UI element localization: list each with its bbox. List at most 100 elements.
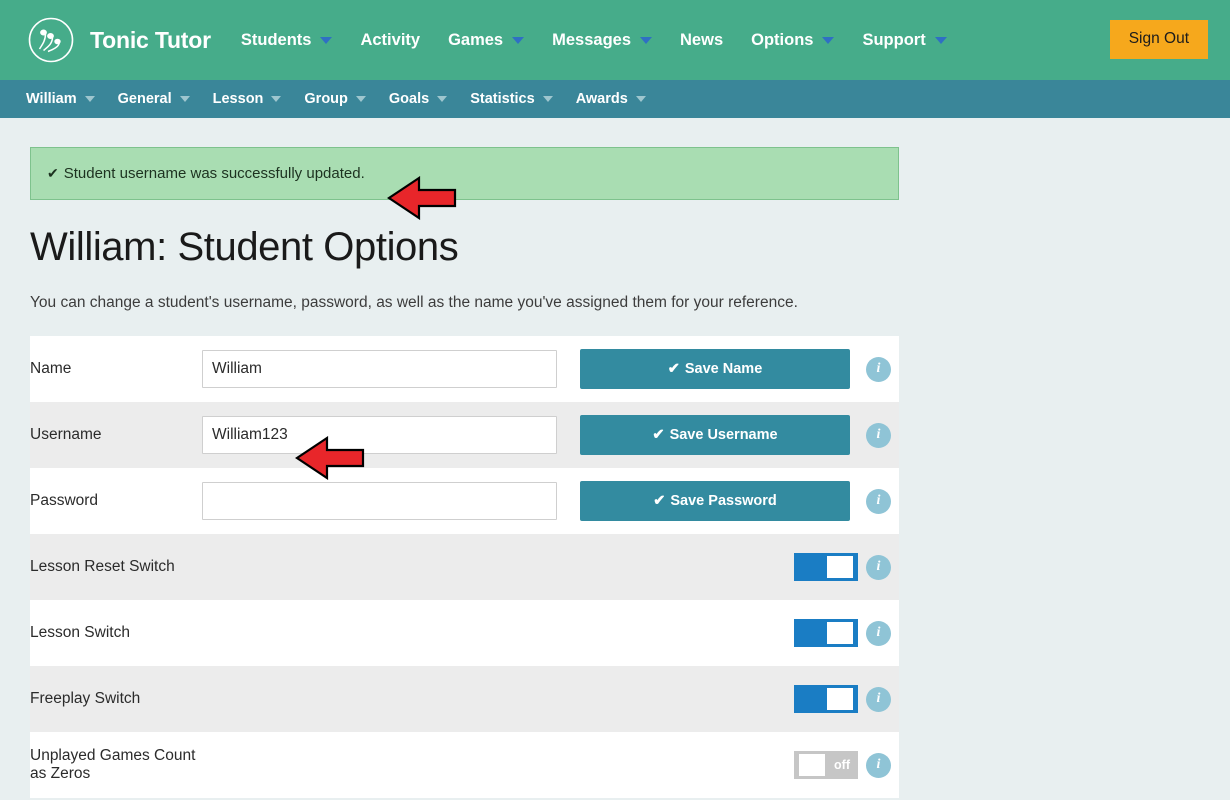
toggle-knob — [827, 688, 853, 710]
subnav-item-general[interactable]: General — [118, 91, 190, 107]
subnav-label: Statistics — [470, 91, 535, 107]
subnav-label: Lesson — [212, 91, 264, 107]
info-icon[interactable]: i — [866, 686, 891, 712]
save-password-label: Save Password — [670, 493, 777, 509]
info-icon[interactable]: i — [866, 620, 891, 646]
info-icon[interactable]: i — [866, 752, 891, 778]
row-label: Lesson Switch — [30, 624, 130, 641]
save-name-button[interactable]: ✔ Save Name — [580, 349, 850, 389]
save-password-cell: ✔ Save Password — [580, 468, 858, 534]
nav-item-news[interactable]: News — [680, 31, 723, 50]
save-password-button[interactable]: ✔ Save Password — [580, 481, 850, 521]
toggle-knob — [827, 622, 853, 644]
subnav-label: Goals — [388, 91, 430, 107]
nav-item-students[interactable]: Students — [241, 31, 333, 50]
subnav-item-group[interactable]: Group — [304, 91, 366, 107]
brand-title[interactable]: Tonic Tutor — [90, 27, 211, 54]
nav-label: Games — [448, 30, 504, 49]
username-field-cell — [202, 402, 580, 468]
info-icon[interactable]: i — [866, 554, 891, 580]
unplayed-games-info-cell: i — [858, 732, 899, 798]
tonic-tutor-logo-icon[interactable] — [26, 15, 76, 65]
nav-label: Activity — [360, 30, 421, 49]
nav-item-messages[interactable]: Messages — [552, 31, 653, 50]
subnav-label: Group — [304, 91, 348, 107]
info-icon[interactable]: i — [866, 356, 891, 382]
freeplay-switch-toggle[interactable] — [794, 685, 858, 713]
chevron-down-icon — [822, 36, 835, 44]
freeplay-info-cell: i — [858, 666, 899, 732]
save-username-cell: ✔ Save Username — [580, 402, 858, 468]
nav-item-options[interactable]: Options — [751, 30, 835, 50]
check-icon: ✔ — [47, 165, 59, 181]
lesson-switch-info-cell: i — [858, 600, 899, 666]
password-input[interactable] — [202, 482, 557, 520]
page-title: William: Student Options — [30, 225, 459, 269]
subnav-label: General — [117, 91, 172, 107]
info-icon[interactable]: i — [866, 488, 891, 514]
lesson-switch-toggle-cell — [202, 600, 858, 666]
info-icon[interactable]: i — [866, 422, 891, 448]
page-description: You can change a student's username, pas… — [30, 294, 798, 311]
chevron-down-icon — [320, 36, 333, 44]
chevron-down-icon — [437, 96, 448, 102]
alert-message: Student username was successfully update… — [63, 165, 365, 182]
unplayed-games-toggle-cell: off — [202, 732, 858, 798]
table-row-lesson-reset-switch: Lesson Reset Switch i — [30, 534, 899, 600]
row-label: Lesson Reset Switch — [30, 558, 175, 575]
table-row-lesson-switch: Lesson Switch i — [30, 600, 899, 666]
username-info-cell: i — [858, 402, 899, 468]
lesson-reset-toggle[interactable] — [794, 553, 858, 581]
row-label: Username — [30, 426, 102, 443]
sub-navigation-bar: William General Lesson Group Goals Stati… — [0, 80, 1230, 118]
nav-label: News — [680, 30, 724, 49]
chevron-down-icon — [640, 36, 653, 44]
main-nav-items: Students Activity Games Messages News Op… — [241, 31, 947, 50]
success-alert: ✔ Student username was successfully updat… — [30, 147, 899, 200]
chevron-down-icon — [84, 96, 95, 102]
unplayed-games-toggle[interactable]: off — [794, 751, 858, 779]
row-label: Name — [30, 360, 72, 377]
subnav-item-statistics[interactable]: Statistics — [470, 91, 553, 107]
password-info-cell: i — [858, 468, 899, 534]
table-row-password: Password ✔ Save Password i — [30, 468, 899, 534]
lesson-reset-info-cell: i — [858, 534, 899, 600]
nav-item-support[interactable]: Support — [862, 31, 947, 50]
toggle-state-text: off — [834, 758, 850, 772]
lesson-switch-toggle[interactable] — [794, 619, 858, 647]
row-label: Password — [30, 492, 99, 509]
nav-label: Options — [751, 30, 814, 49]
chevron-down-icon — [271, 96, 282, 102]
student-options-table: Name ✔Save Name i Username ✔Save Usernam… — [30, 336, 899, 798]
main-content: ✔ Student username was successfully updat… — [0, 147, 1230, 798]
name-info-cell: i — [858, 336, 899, 402]
name-input[interactable] — [202, 350, 557, 388]
subnav-item-william[interactable]: William — [26, 91, 95, 107]
name-field-cell — [202, 336, 580, 402]
table-row-freeplay-switch: Freeplay Switch i — [30, 666, 899, 732]
nav-item-activity[interactable]: Activity — [360, 31, 420, 50]
top-navigation-bar: Tonic Tutor Students Activity Games Mess… — [0, 0, 1230, 80]
save-name-label: Save Name — [684, 361, 763, 377]
row-label: Freeplay Switch — [30, 690, 141, 707]
chevron-down-icon — [179, 96, 190, 102]
nav-item-games[interactable]: Games — [448, 30, 525, 50]
freeplay-toggle-cell — [202, 666, 858, 732]
save-username-button[interactable]: ✔ Save Username — [580, 415, 850, 455]
subnav-item-awards[interactable]: Awards — [576, 91, 646, 107]
sign-out-button[interactable]: Sign Out — [1109, 20, 1208, 59]
check-icon: ✔ — [652, 427, 665, 443]
chevron-down-icon — [934, 36, 947, 44]
subnav-item-goals[interactable]: Goals — [388, 91, 448, 107]
row-label: Unplayed Games Count as Zeros — [30, 747, 196, 782]
chevron-down-icon — [355, 96, 366, 102]
subnav-item-lesson[interactable]: Lesson — [213, 91, 282, 107]
table-row-unplayed-games: Unplayed Games Count as Zeros off i — [30, 732, 899, 798]
username-input[interactable] — [202, 416, 557, 454]
chevron-down-icon — [542, 96, 553, 102]
chevron-down-icon — [512, 36, 525, 44]
check-icon: ✔ — [653, 493, 666, 509]
password-field-cell — [202, 468, 580, 534]
table-row-name: Name ✔Save Name i — [30, 336, 899, 402]
check-icon: ✔ — [667, 361, 680, 377]
